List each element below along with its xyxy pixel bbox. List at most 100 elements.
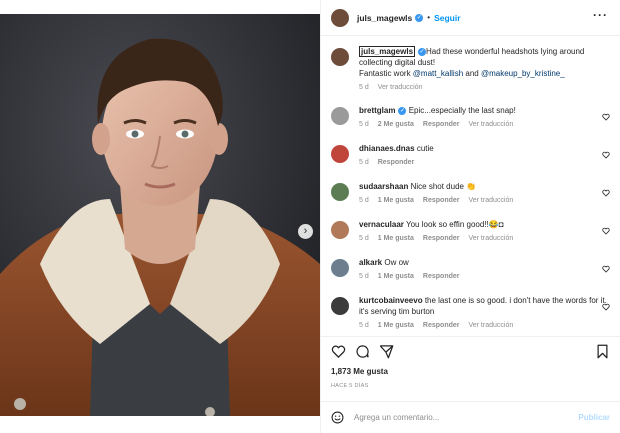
comment-meta: 5 d Responder <box>359 159 609 166</box>
commenter-avatar[interactable] <box>331 297 349 315</box>
comment-text: kurtcobainveevo the last one is so good.… <box>359 295 609 317</box>
author-avatar[interactable] <box>331 48 349 66</box>
post-details-panel: juls_magewls ✓ • Seguir ··· juls_magewls… <box>320 0 620 433</box>
post-modal: › juls_magewls ✓ • Seguir ··· juls_magew… <box>0 0 620 433</box>
comment-content: You look so effin good!!😂◘ <box>406 220 504 229</box>
post-header: juls_magewls ✓ • Seguir ··· <box>321 0 620 36</box>
commenter-username[interactable]: vernaculaar <box>359 220 404 229</box>
commenter-username[interactable]: alkark <box>359 258 382 267</box>
comment-composer: Publicar <box>321 401 620 433</box>
comment-likes[interactable]: 1 Me gusta <box>378 322 414 329</box>
caption-body: juls_magewls ✓Had these wonderful headsho… <box>359 46 609 91</box>
comment-text: sudaarshaan Nice shot dude 👏 <box>359 181 609 192</box>
comments-list[interactable]: juls_magewls ✓Had these wonderful headsho… <box>321 37 620 336</box>
comment-meta: 5 d 1 Me gusta Responder Ver traducción <box>359 197 609 204</box>
comment-body: brettglam ✓ Epic...especially the last sn… <box>359 105 609 128</box>
comment-body: kurtcobainveevo the last one is so good.… <box>359 295 609 329</box>
comment-likes[interactable]: 2 Me gusta <box>378 121 414 128</box>
mention-link[interactable]: @matt_kallish <box>413 69 463 78</box>
post-timestamp: HACE 5 DÍAS <box>331 383 369 389</box>
commenter-username[interactable]: kurtcobainveevo <box>359 296 423 305</box>
comment-text: brettglam ✓ Epic...especially the last sn… <box>359 105 609 116</box>
comment-like-icon[interactable] <box>602 265 610 275</box>
comment-like-icon[interactable] <box>602 227 610 237</box>
chevron-right-icon: › <box>303 225 308 237</box>
comment-likes[interactable]: 1 Me gusta <box>378 197 414 204</box>
emoji-icon[interactable] <box>331 411 344 424</box>
verified-icon: ✓ <box>398 106 407 115</box>
comment-time: 5 d <box>359 121 369 128</box>
comment-like-icon[interactable] <box>602 189 610 199</box>
commenter-avatar[interactable] <box>331 145 349 163</box>
reply-button[interactable]: Responder <box>423 197 460 204</box>
more-icon[interactable]: ··· <box>593 8 608 22</box>
commenter-username[interactable]: sudaarshaan <box>359 182 408 191</box>
comment-icon[interactable] <box>355 344 370 359</box>
reply-button[interactable]: Responder <box>423 273 460 280</box>
commenter-username[interactable]: dhianaes.dnas <box>359 144 415 153</box>
see-translation-button[interactable]: Ver traducción <box>468 197 513 204</box>
comment-content: Nice shot dude 👏 <box>410 182 477 191</box>
comment-meta: 5 d 1 Me gusta Responder Ver traducción <box>359 322 609 329</box>
see-translation-button[interactable]: Ver traducción <box>468 322 513 329</box>
likes-count[interactable]: 1,873 Me gusta <box>331 367 388 376</box>
comment-row: kurtcobainveevo the last one is so good.… <box>331 295 610 329</box>
comment-time: 5 d <box>359 197 369 204</box>
comment-row: alkark Ow ow 5 d 1 Me gusta Responder <box>331 257 610 280</box>
portrait-illustration <box>0 14 320 416</box>
comment-meta: 5 d 1 Me gusta Responder Ver traducción <box>359 235 609 242</box>
comment-time: 5 d <box>359 235 369 242</box>
action-bar <box>321 336 620 365</box>
comment-row: brettglam ✓ Epic...especially the last sn… <box>331 105 610 128</box>
comment-like-icon[interactable] <box>602 151 610 161</box>
comment-meta: 5 d 1 Me gusta Responder <box>359 273 609 280</box>
comment-content: cutie <box>416 144 434 153</box>
comment-body: dhianaes.dnas cutie 5 d Responder <box>359 143 609 166</box>
caption-username[interactable]: juls_magewls <box>359 46 416 57</box>
comment-text: dhianaes.dnas cutie <box>359 143 609 154</box>
comment-body: alkark Ow ow 5 d 1 Me gusta Responder <box>359 257 609 280</box>
verified-icon: ✓ <box>415 13 424 22</box>
caption-line-2: Fantastic work <box>359 69 413 78</box>
see-translation-button[interactable]: Ver traducción <box>468 121 513 128</box>
comment-likes[interactable]: 1 Me gusta <box>378 273 414 280</box>
reply-button[interactable]: Responder <box>378 159 415 166</box>
publish-button[interactable]: Publicar <box>578 413 610 422</box>
reply-button[interactable]: Responder <box>423 235 460 242</box>
share-icon[interactable] <box>379 344 394 359</box>
comment-text: vernaculaar You look so effin good!!😂◘ <box>359 219 609 230</box>
caption: juls_magewls ✓Had these wonderful headsho… <box>331 46 610 91</box>
caption-meta: 5 d Ver traducción <box>359 84 609 91</box>
commenter-avatar[interactable] <box>331 259 349 277</box>
post-photo[interactable]: › <box>0 14 320 416</box>
comment-time: 5 d <box>359 273 369 280</box>
comment-content: Ow ow <box>384 258 409 267</box>
reply-button[interactable]: Responder <box>423 322 460 329</box>
comment-content: Epic...especially the last snap! <box>408 106 516 115</box>
commenter-avatar[interactable] <box>331 107 349 125</box>
author-avatar[interactable] <box>331 8 349 27</box>
comment-time: 5 d <box>359 159 369 166</box>
comment-likes[interactable]: 1 Me gusta <box>378 235 414 242</box>
see-translation-button[interactable]: Ver traducción <box>378 84 423 91</box>
comment-meta: 5 d 2 Me gusta Responder Ver traducción <box>359 121 609 128</box>
commenter-avatar[interactable] <box>331 221 349 239</box>
comment-input[interactable] <box>354 413 579 422</box>
author-username[interactable]: juls_magewls <box>357 13 412 23</box>
carousel-next-button[interactable]: › <box>298 224 313 239</box>
comment-like-icon[interactable] <box>602 113 610 123</box>
comment-row: vernaculaar You look so effin good!!😂◘ 5 … <box>331 219 610 242</box>
heart-icon[interactable] <box>331 344 346 359</box>
see-translation-button[interactable]: Ver traducción <box>468 235 513 242</box>
verified-icon: ✓ <box>418 47 427 56</box>
bookmark-icon[interactable] <box>595 344 610 359</box>
comment-body: vernaculaar You look so effin good!!😂◘ 5 … <box>359 219 609 242</box>
comment-like-icon[interactable] <box>602 303 610 313</box>
separator-dot: • <box>427 13 431 22</box>
caption-and: and <box>463 69 481 78</box>
commenter-username[interactable]: brettglam <box>359 106 395 115</box>
follow-button[interactable]: Seguir <box>434 13 460 23</box>
reply-button[interactable]: Responder <box>423 121 460 128</box>
commenter-avatar[interactable] <box>331 183 349 201</box>
mention-link[interactable]: @makeup_by_kristine_ <box>481 69 565 78</box>
